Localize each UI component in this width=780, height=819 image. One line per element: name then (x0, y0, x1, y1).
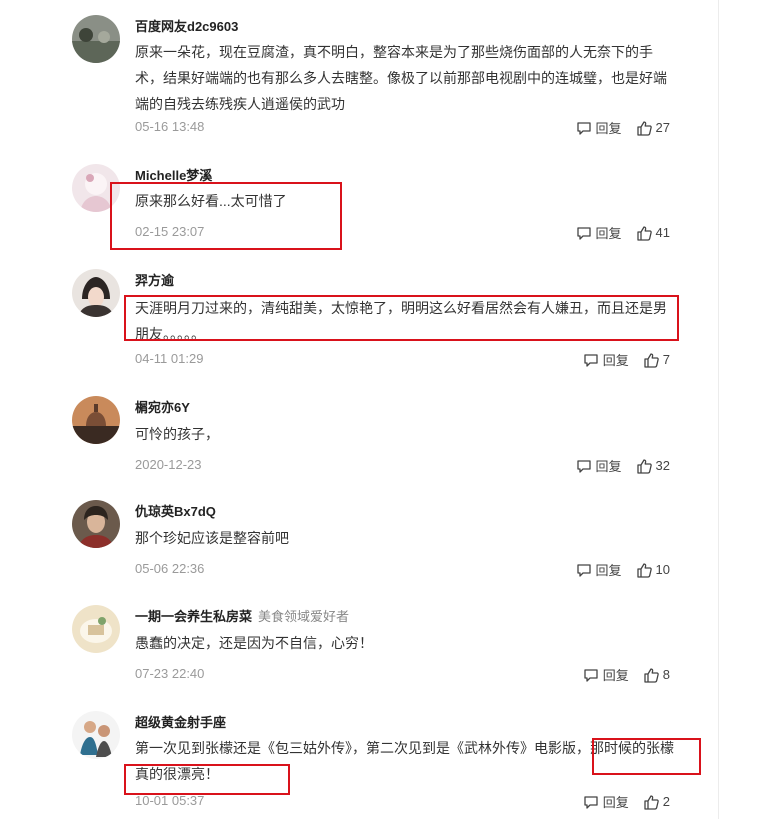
comment-time: 04-11 01:29 (135, 351, 204, 366)
reply-button[interactable]: 回复 (583, 665, 629, 684)
reply-icon (584, 795, 598, 809)
username[interactable]: 一期一会养生私房菜 美食领域爱好者 (135, 606, 349, 625)
thumbs-up-icon (636, 562, 652, 578)
reply-icon (576, 121, 591, 135)
thumbs-up-icon (636, 458, 652, 474)
reply-button[interactable]: 回复 (576, 560, 622, 579)
like-button[interactable]: 32 (636, 458, 670, 474)
like-count: 41 (655, 225, 670, 240)
username-text[interactable]: 一期一会养生私房菜 (135, 609, 252, 624)
username[interactable]: 超级黄金射手座 (135, 712, 226, 731)
comment-actions: 回复 2 (569, 792, 670, 811)
comment-text: 原来一朵花，现在豆腐渣，真不明白，整容本来是为了那些烧伤面部的人无奈下的手术，结… (135, 44, 667, 112)
like-button[interactable]: 2 (643, 794, 670, 810)
reply-button[interactable]: 回复 (576, 456, 622, 475)
reply-button[interactable]: 回复 (583, 350, 629, 369)
comment-time: 02-15 23:07 (135, 224, 205, 239)
username-text[interactable]: Michelle梦溪 (135, 168, 212, 183)
username[interactable]: 百度网友d2c9603 (135, 16, 238, 35)
like-count: 10 (655, 562, 670, 577)
avatar[interactable] (72, 711, 120, 759)
like-count: 7 (662, 352, 670, 367)
reply-label: 回复 (602, 668, 629, 683)
comment-text: 那个珍妃应该是整容前吧 (135, 530, 289, 546)
like-count: 27 (655, 120, 670, 135)
reply-icon (584, 353, 598, 367)
avatar[interactable] (72, 269, 120, 317)
comment-time: 05-06 22:36 (135, 561, 205, 576)
thumbs-up-icon (644, 352, 659, 368)
username-text[interactable]: 仇琼英Bx7dQ (135, 504, 216, 519)
reply-label: 回复 (595, 121, 622, 136)
username[interactable]: 仇琼英Bx7dQ (135, 501, 216, 520)
comment-text: 天涯明月刀过来的，清纯甜美，太惊艳了，明明这么好看居然会有人嫌丑，而且还是男朋友… (135, 300, 667, 342)
thumbs-up-icon (644, 794, 659, 810)
reply-label: 回复 (595, 563, 622, 578)
comment-actions: 回复 27 (562, 118, 670, 137)
comment-actions: 回复 32 (562, 456, 670, 475)
reply-icon (576, 226, 591, 240)
reply-button[interactable]: 回复 (576, 118, 622, 137)
comment-actions: 回复 41 (562, 223, 670, 242)
like-count: 8 (662, 667, 670, 682)
comment-time: 05-16 13:48 (135, 119, 205, 134)
avatar[interactable] (72, 164, 120, 212)
reply-label: 回复 (602, 795, 629, 810)
thumbs-up-icon (636, 120, 652, 136)
username[interactable]: 榍宛亦6Y (135, 397, 190, 416)
reply-icon (576, 563, 591, 577)
avatar[interactable] (72, 500, 120, 548)
username-text[interactable]: 超级黄金射手座 (135, 715, 226, 730)
avatar[interactable] (72, 396, 120, 444)
reply-label: 回复 (595, 459, 622, 474)
thumbs-up-icon (636, 225, 652, 241)
comment-actions: 回复 10 (562, 560, 670, 579)
reply-icon (584, 668, 598, 682)
comment-text: 愚蠢的决定，还是因为不自信，心穷！ (135, 635, 373, 651)
like-button[interactable]: 41 (636, 225, 670, 241)
comment-text: 第一次见到张檬还是《包三姑外传》，第二次见到是《武林外传》电影版，那时候的张檬真… (135, 740, 674, 782)
like-count: 2 (662, 794, 670, 809)
like-button[interactable]: 10 (636, 562, 670, 578)
username-text[interactable]: 百度网友d2c9603 (135, 19, 238, 34)
comment-text: 可怜的孩子， (135, 426, 219, 442)
thumbs-up-icon (644, 667, 659, 683)
like-count: 32 (655, 458, 670, 473)
username-text[interactable]: 羿方逾 (135, 273, 174, 288)
like-button[interactable]: 27 (636, 120, 670, 136)
reply-label: 回复 (602, 353, 629, 368)
comment-text: 原来那么好看...太可惜了 (135, 193, 287, 209)
comment-time: 10-01 05:37 (135, 793, 205, 808)
reply-icon (576, 459, 591, 473)
username[interactable]: 羿方逾 (135, 270, 174, 289)
like-button[interactable]: 7 (643, 352, 670, 368)
page-divider (718, 0, 719, 819)
comment-time: 07-23 22:40 (135, 666, 205, 681)
username-text[interactable]: 榍宛亦6Y (135, 400, 190, 415)
comment-time: 2020-12-23 (135, 457, 202, 472)
like-button[interactable]: 8 (643, 667, 670, 683)
comment-actions: 回复 7 (569, 350, 670, 369)
user-tag: 美食领域爱好者 (258, 609, 350, 624)
username[interactable]: Michelle梦溪 (135, 165, 212, 184)
reply-button[interactable]: 回复 (576, 223, 622, 242)
avatar[interactable] (72, 15, 120, 63)
reply-button[interactable]: 回复 (583, 792, 629, 811)
comment-actions: 回复 8 (569, 665, 670, 684)
reply-label: 回复 (595, 226, 622, 241)
avatar[interactable] (72, 605, 120, 653)
